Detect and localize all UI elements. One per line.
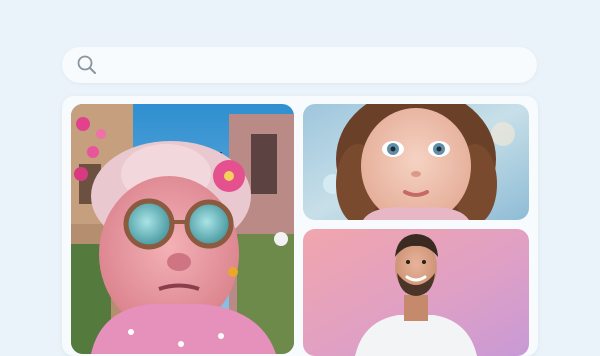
girl-portrait-image[interactable]: [303, 104, 529, 220]
search-icon: [77, 55, 96, 74]
image-gallery: [62, 96, 538, 356]
search-input[interactable]: [106, 47, 520, 85]
man-portrait-image[interactable]: [303, 229, 529, 356]
grandma-portrait-image[interactable]: [71, 104, 294, 354]
search-bar[interactable]: [62, 47, 537, 85]
